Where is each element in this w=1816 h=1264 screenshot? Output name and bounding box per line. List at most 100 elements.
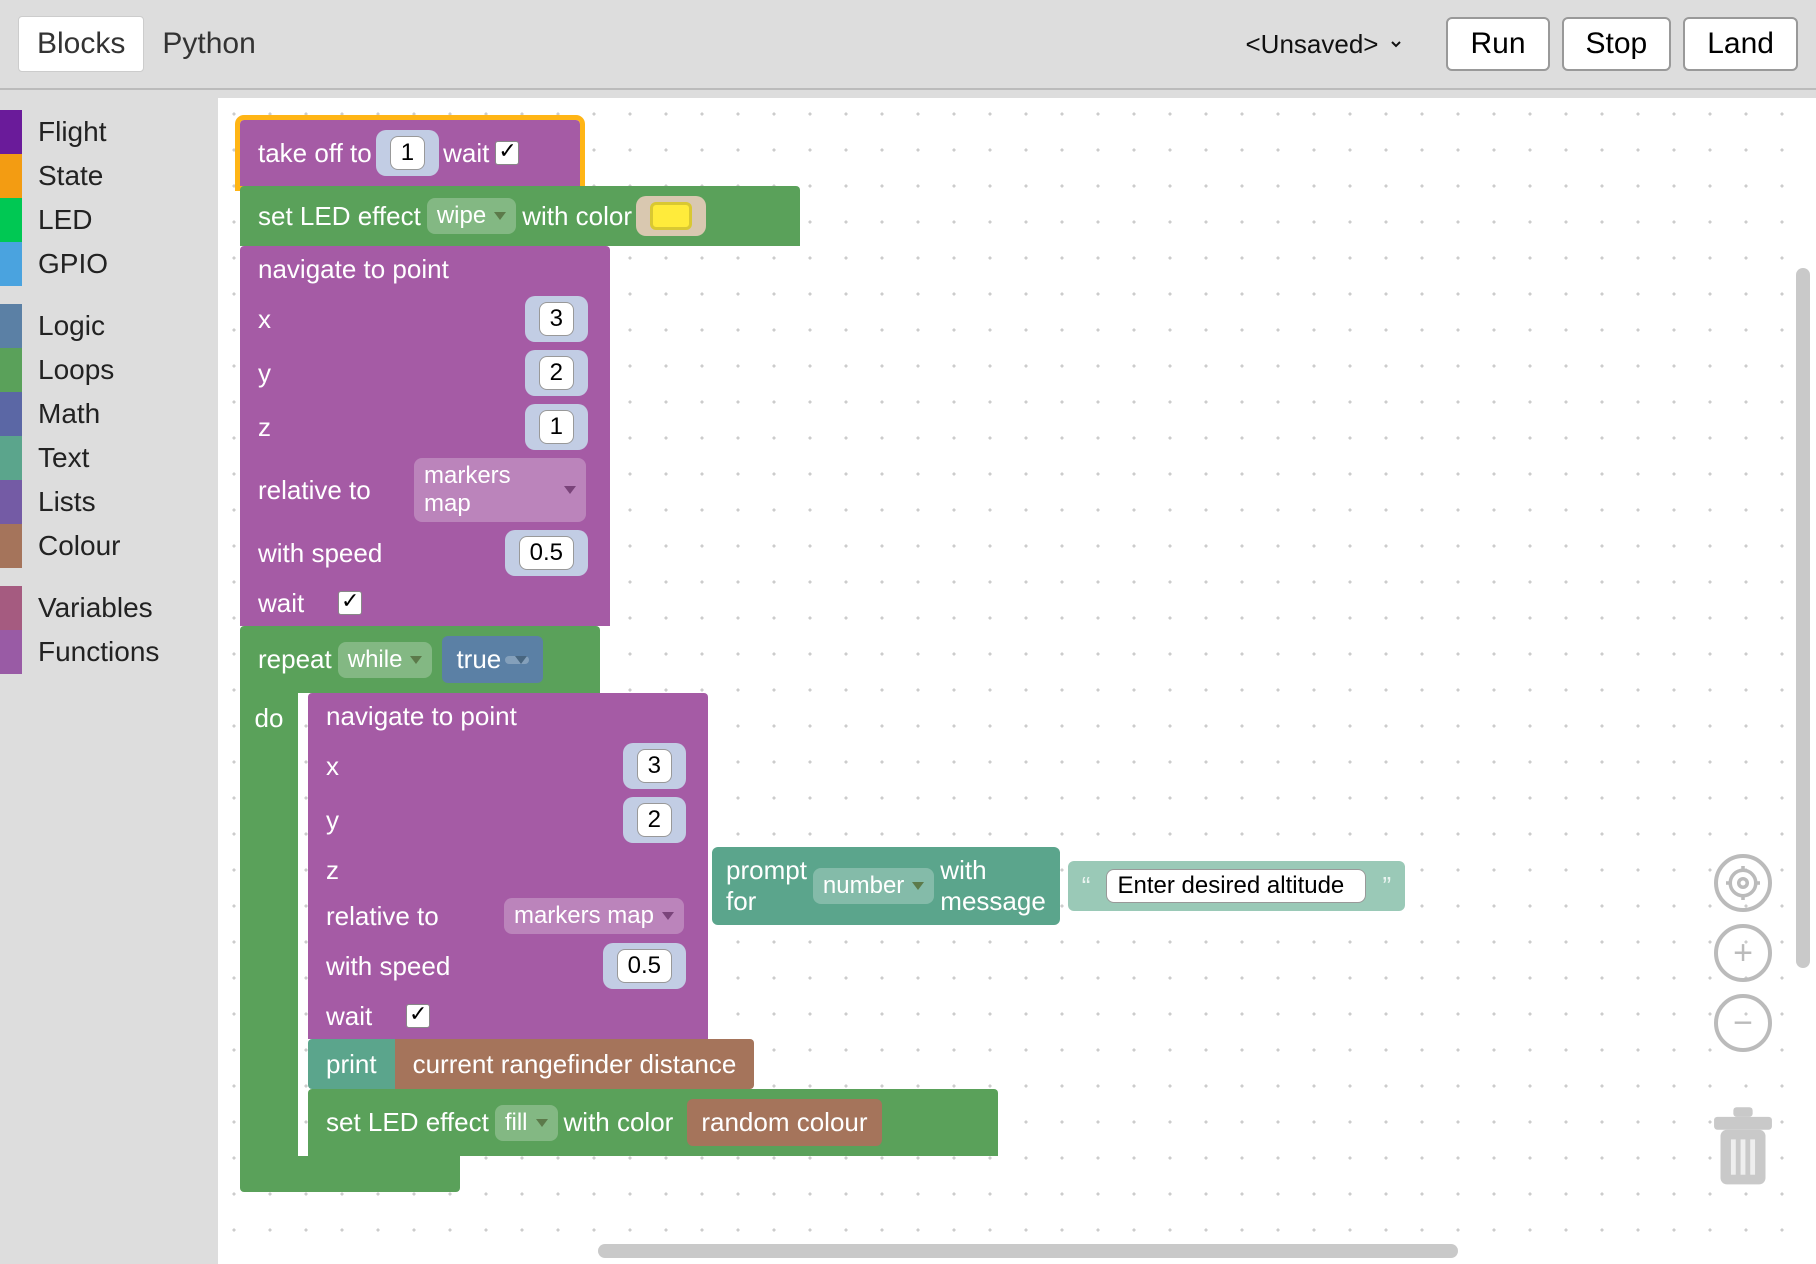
nav2-speed-socket[interactable]: 0.5 [603,943,686,989]
nav1-y-label: y [258,358,408,389]
top-bar: Blocks Python <Unsaved> Run Stop Land [0,0,1816,90]
nav2-speed-input[interactable]: 0.5 [617,949,672,983]
category-color-swatch [0,198,22,242]
category-led[interactable]: LED [0,198,218,242]
tab-python[interactable]: Python [144,17,273,71]
led2-effect-dropdown[interactable]: fill [495,1105,558,1141]
nav1-speed-input[interactable]: 0.5 [519,536,574,570]
nav1-y-socket[interactable]: 2 [525,350,588,396]
block-navigate-1[interactable]: navigate to point x 3 y 2 z 1 relative t… [240,246,610,626]
nav1-x-input[interactable]: 3 [539,302,574,336]
led2-label: set LED effect [326,1107,489,1138]
category-label: Flight [38,116,106,148]
nav2-speed-label: with speed [326,951,476,982]
block-set-led-2[interactable]: set LED effect fill with color random co… [308,1089,998,1156]
repeat-do-label: do [240,693,298,1156]
center-view-button[interactable] [1714,854,1772,912]
category-label: Logic [38,310,105,342]
category-color-swatch [0,110,22,154]
category-label: Functions [38,636,159,668]
nav1-z-input[interactable]: 1 [539,410,574,444]
prompt-msg-literal[interactable]: “ Enter desired altitude ” [1068,861,1405,911]
nav1-wait-label: wait [258,588,408,619]
category-state[interactable]: State [0,154,218,198]
repeat-cond-block[interactable]: true [442,636,543,683]
prompt-msg-input[interactable]: Enter desired altitude [1106,869,1366,903]
nav2-z-label: z [326,855,476,886]
nav1-x-socket[interactable]: 3 [525,296,588,342]
takeoff-altitude-socket[interactable]: 1 [376,130,439,176]
category-label: Text [38,442,89,474]
blockly-workspace[interactable]: take off to 1 wait set LED effect wipe w… [218,98,1816,1264]
category-logic[interactable]: Logic [0,304,218,348]
category-color-swatch [0,524,22,568]
category-color-swatch [0,392,22,436]
nav1-z-socket[interactable]: 1 [525,404,588,450]
takeoff-wait-checkbox[interactable] [495,141,519,165]
nav1-rel-dropdown[interactable]: markers map [414,458,586,522]
nav2-x-input[interactable]: 3 [637,749,672,783]
nav1-rel-label: relative to [258,475,408,506]
takeoff-altitude-input[interactable]: 1 [390,136,425,170]
nav1-title: navigate to point [258,254,449,285]
category-loops[interactable]: Loops [0,348,218,392]
block-set-led-1[interactable]: set LED effect wipe with color [240,186,800,246]
category-lists[interactable]: Lists [0,480,218,524]
prompt-type-dropdown[interactable]: number [813,868,934,904]
nav2-y-socket[interactable]: 2 [623,797,686,843]
category-flight[interactable]: Flight [0,110,218,154]
repeat-mode-dropdown[interactable]: while [338,642,433,678]
category-colour[interactable]: Colour [0,524,218,568]
horizontal-scrollbar[interactable] [598,1244,1458,1258]
category-color-swatch [0,304,22,348]
led1-color-swatch[interactable] [650,202,692,230]
category-gpio[interactable]: GPIO [0,242,218,286]
block-navigate-2[interactable]: navigate to point x 3 y 2 z [308,693,708,1039]
tab-blocks[interactable]: Blocks [18,16,144,72]
category-label: Variables [38,592,153,624]
led1-color-socket[interactable] [636,196,706,236]
nav2-y-input[interactable]: 2 [637,803,672,837]
takeoff-label: take off to [258,138,372,169]
block-prompt[interactable]: prompt for number with message [712,847,1060,925]
category-functions[interactable]: Functions [0,630,218,674]
category-math[interactable]: Math [0,392,218,436]
category-label: Lists [38,486,96,518]
block-repeat-while[interactable]: repeat while true do navigate to point x… [240,626,998,1192]
print-arg-label: current rangefinder distance [413,1049,737,1080]
repeat-label: repeat [258,644,332,675]
vertical-scrollbar[interactable] [1796,268,1810,968]
print-arg-block[interactable]: current rangefinder distance [395,1039,755,1089]
led2-color-block[interactable]: random colour [687,1099,881,1146]
zoom-in-button[interactable]: + [1714,924,1772,982]
stop-button[interactable]: Stop [1562,17,1672,71]
land-button[interactable]: Land [1683,17,1798,71]
nav2-x-socket[interactable]: 3 [623,743,686,789]
led1-effect-dropdown[interactable]: wipe [427,198,516,234]
category-label: Math [38,398,100,430]
file-select[interactable]: <Unsaved> [1231,22,1404,66]
category-color-swatch [0,436,22,480]
takeoff-wait-label: wait [443,138,489,169]
run-button[interactable]: Run [1446,17,1549,71]
nav1-wait-checkbox[interactable] [338,591,362,615]
category-variables[interactable]: Variables [0,586,218,630]
nav1-y-input[interactable]: 2 [539,356,574,390]
zoom-out-button[interactable]: − [1714,994,1772,1052]
block-stack: take off to 1 wait set LED effect wipe w… [240,120,998,1192]
nav1-speed-socket[interactable]: 0.5 [505,530,588,576]
trash-icon[interactable] [1704,1104,1782,1194]
category-text[interactable]: Text [0,436,218,480]
nav2-rel-dropdown[interactable]: markers map [504,898,684,934]
category-color-swatch [0,242,22,286]
led2-withcolor-label: with color [564,1107,674,1138]
block-takeoff[interactable]: take off to 1 wait [240,120,580,186]
category-color-swatch [0,348,22,392]
block-print[interactable]: print current rangefinder distance [308,1039,998,1089]
nav2-wait-checkbox[interactable] [406,1004,430,1028]
category-color-swatch [0,586,22,630]
nav2-y-label: y [326,805,476,836]
prompt-prefix: prompt for [726,855,807,917]
prompt-mid: with message [940,855,1046,917]
category-label: Colour [38,530,120,562]
